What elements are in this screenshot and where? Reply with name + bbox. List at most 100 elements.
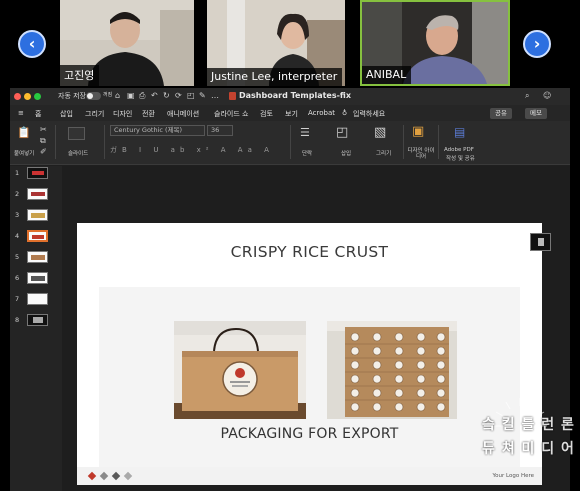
watermark-line-2: 듀 쳐 미 디 어 (482, 441, 575, 457)
participant-name: ANIBAL (362, 66, 412, 84)
undo-icon[interactable]: ↶ (151, 91, 158, 100)
gift-box-image (174, 321, 306, 419)
autosave-toggle[interactable] (86, 92, 101, 100)
tab-acrobat[interactable]: Acrobat (308, 109, 335, 117)
offslide-logo-thumbnail[interactable] (530, 233, 551, 251)
copy-icon[interactable]: ⧉ (40, 137, 46, 145)
ribbon: 📋 붙여넣기 ✂ ⧉ ✐ 슬라이드 Century Gothic (제목) 36… (10, 121, 570, 165)
slide-label: 슬라이드 (68, 151, 89, 157)
footer-logo-text: Your Logo Here (492, 473, 534, 479)
slide-number: 1 (15, 169, 20, 177)
acrobat-pdf-icon[interactable]: ▤ (454, 126, 465, 138)
designer-label: 디자인 아이디어 (407, 148, 435, 160)
participant-name: 고진영 (60, 65, 100, 86)
divider (290, 125, 291, 159)
tab-view[interactable]: 보기 (285, 109, 298, 119)
screen: ‹ 고진영 Justine Lee, interpreter ANIBAL › … (0, 0, 580, 491)
slide-thumbnail[interactable] (27, 293, 48, 305)
paste-icon[interactable]: 📋 (17, 127, 31, 138)
chevron-right-icon[interactable]: › (523, 30, 551, 58)
divider (438, 125, 439, 159)
account-icon[interactable]: ☺ (543, 91, 551, 100)
tab-draw[interactable]: 그리기 (85, 109, 104, 119)
comments-label: 메모 (530, 109, 542, 117)
lightbulb-icon: ♁ (342, 109, 348, 117)
tab-review[interactable]: 검토 (260, 109, 273, 119)
broadcaster-watermark: 슼 킬 틀 런 론 듀 쳐 미 디 어 (472, 398, 576, 470)
powerpoint-doc-icon (229, 92, 236, 100)
slide-thumbnail[interactable] (27, 209, 48, 221)
footer-diamond (123, 471, 133, 481)
tab-animations[interactable]: 애니메이션 (167, 109, 199, 119)
slide-title[interactable]: CRISPY RICE CRUST (77, 243, 542, 261)
video-tile-2[interactable]: Justine Lee, interpreter (207, 0, 345, 86)
slide-number: 8 (15, 316, 20, 324)
slide-thumbnail[interactable] (27, 272, 48, 284)
stacked-boxes-image (327, 321, 457, 419)
slide-number: 5 (15, 253, 20, 261)
menu-bar: ≡ 홈 삽입 그리기 디자인 전환 애니메이션 슬라이드 쇼 검토 보기 Acr… (10, 105, 570, 121)
document-title: Dashboard Templates-fix (239, 91, 352, 100)
video-tile-1[interactable]: 고진영 (60, 0, 194, 86)
tell-me-input[interactable]: 입력하세요 (353, 109, 385, 119)
tab-slideshow[interactable]: 슬라이드 쇼 (214, 109, 248, 119)
arrange-icon[interactable]: ▧ (374, 126, 386, 139)
search-icon[interactable]: ⌕ (525, 91, 529, 101)
format-painter-icon[interactable]: ✐ (40, 148, 47, 156)
video-tile-3-active[interactable]: ANIBAL (360, 0, 510, 86)
tab-insert[interactable]: 삽입 (60, 109, 73, 119)
slide-number: 3 (15, 211, 20, 219)
tab-home[interactable]: 홈 (35, 109, 41, 119)
tool-icon[interactable]: ◰ (187, 91, 195, 100)
home-icon[interactable]: ⌂ (115, 91, 120, 100)
close-window-icon[interactable] (14, 93, 21, 100)
chevron-left-icon[interactable]: ‹ (18, 30, 46, 58)
footer-diamond (87, 471, 97, 481)
tab-transitions[interactable]: 전환 (142, 109, 155, 119)
cut-icon[interactable]: ✂ (40, 126, 47, 134)
text-format-buttons[interactable]: ガB I U ab x² A Aa A (110, 145, 274, 155)
shapes-icon[interactable]: ◰ (336, 126, 348, 139)
autosave-label: 자동 저장 (58, 92, 86, 100)
divider (55, 125, 56, 159)
print-icon[interactable]: ⎙ (139, 91, 145, 101)
paragraph-icon[interactable]: ☰ (300, 127, 310, 138)
acrobat-label: Adobe PDF (444, 147, 474, 153)
footer-diamond (111, 471, 121, 481)
watermark-line-1: 슼 킬 틀 런 론 (482, 417, 575, 433)
slide-thumbnail[interactable] (27, 167, 48, 179)
slide-thumbnail[interactable] (27, 314, 48, 326)
autosave-state: 꺼짐 (103, 92, 113, 98)
font-name-select[interactable]: Century Gothic (제목) (110, 125, 205, 136)
acrobat-sublabel: 작성 및 공유 (446, 156, 475, 162)
save-icon[interactable]: ▣ (127, 91, 135, 100)
stacked-boxes-photo[interactable] (327, 321, 457, 419)
paragraph-label: 단락 (302, 151, 313, 157)
minimize-window-icon[interactable] (24, 93, 31, 100)
slide-thumbnail[interactable] (27, 188, 48, 200)
share-button[interactable]: 공유 (490, 108, 512, 119)
tab-design[interactable]: 디자인 (113, 109, 132, 119)
new-slide-icon[interactable] (68, 127, 85, 140)
drawing-label: 그리기 (376, 151, 392, 157)
gift-box-photo[interactable] (174, 321, 306, 419)
slide-thumbnail[interactable] (27, 251, 48, 263)
share-label: 공유 (495, 109, 507, 117)
font-size-select[interactable]: 36 (207, 125, 233, 136)
maximize-window-icon[interactable] (34, 93, 41, 100)
shapes-label: 삽입 (341, 151, 352, 157)
divider (104, 125, 105, 159)
slide-thumbnail-selected[interactable] (27, 230, 48, 242)
draw-icon[interactable]: ✎ (199, 91, 206, 100)
more-icon[interactable]: … (211, 91, 219, 100)
designer-icon[interactable]: ▣ (412, 125, 424, 138)
slide-thumbnail-pane: 1 2 3 4 5 6 7 8 (10, 166, 62, 491)
menu-file-icon[interactable]: ≡ (18, 109, 24, 117)
participant-name: Justine Lee, interpreter (207, 68, 343, 86)
slide-number: 6 (15, 274, 20, 282)
redo-icon[interactable]: ↻ (163, 91, 170, 100)
slide-number: 2 (15, 190, 20, 198)
refresh-icon[interactable]: ⟳ (175, 91, 182, 100)
slide-number: 7 (15, 295, 20, 303)
comments-button[interactable]: 메모 (525, 108, 547, 119)
